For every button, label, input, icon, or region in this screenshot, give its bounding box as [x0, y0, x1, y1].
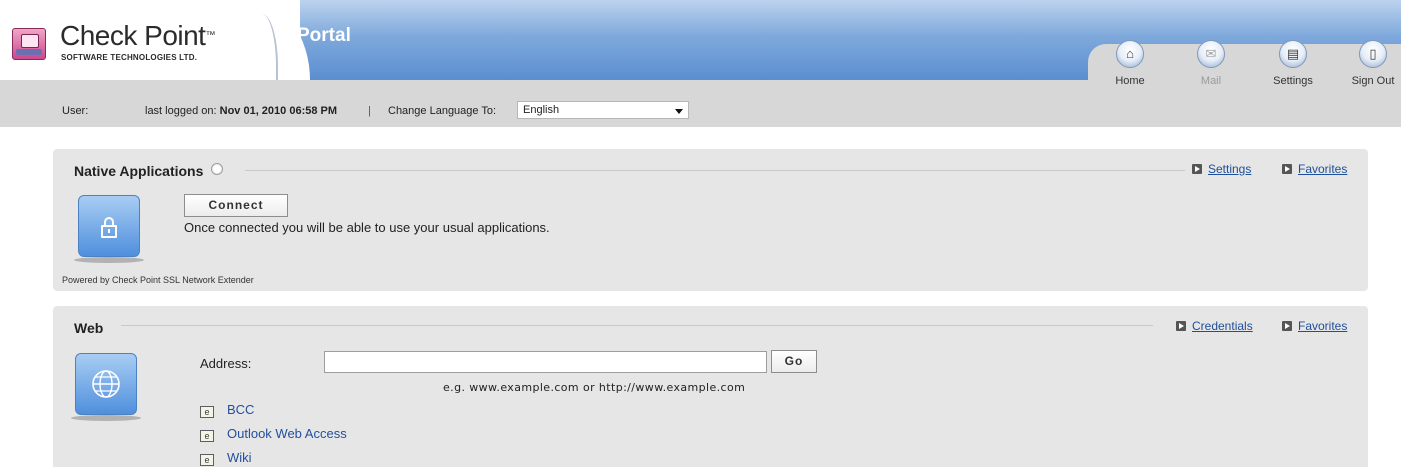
web-favorites-link-text: Favorites [1298, 319, 1348, 333]
globe-icon [92, 370, 120, 398]
chevron-down-icon [675, 109, 683, 114]
language-selected-value: English [523, 104, 560, 116]
web-favorites-link[interactable]: Favorites [1282, 319, 1347, 333]
last-logged-value: Nov 01, 2010 06:58 PM [219, 105, 338, 117]
connect-description: Once connected you will be able to use y… [184, 220, 550, 235]
address-label: Address: [200, 356, 252, 371]
language-select[interactable]: English [517, 101, 689, 119]
bookmark-bcc[interactable]: e BCC [200, 402, 254, 418]
native-favorites-link-text: Favorites [1298, 162, 1348, 176]
nav-mail-label: Mail [1200, 75, 1222, 87]
web-panel: Web Credentials Favorites Address: Go e.… [53, 306, 1368, 467]
native-applications-panel: Native Applications Settings Favorites C… [53, 149, 1368, 291]
bookmark-outlook-web-access[interactable]: e Outlook Web Access [200, 426, 347, 442]
native-applications-title-text: Native Applications [74, 163, 204, 179]
bookmark-label: BCC [227, 402, 255, 417]
last-logged: last logged on: Nov 01, 2010 06:58 PM [145, 105, 337, 117]
language-label: Change Language To: [388, 105, 497, 117]
status-indicator-icon [211, 163, 224, 175]
home-icon: ⌂ [1116, 40, 1144, 68]
nav-mail: ✉ Mail [1176, 40, 1246, 87]
web-page-icon: e [200, 454, 214, 466]
bookmark-label: Wiki [227, 450, 252, 465]
arrow-box-icon [1282, 164, 1292, 174]
connect-button[interactable]: Connect [184, 194, 288, 217]
nav-settings[interactable]: ▤ Settings [1258, 40, 1328, 87]
web-page-icon: e [200, 406, 214, 418]
nav-settings-label: Settings [1273, 75, 1313, 87]
nav-home[interactable]: ⌂ Home [1095, 40, 1165, 87]
arrow-box-icon [1282, 321, 1292, 331]
native-settings-link[interactable]: Settings [1192, 162, 1251, 176]
logo-name-text: Check Point [60, 20, 206, 51]
logo-subtitle: SOFTWARE TECHNOLOGIES LTD. [61, 53, 198, 62]
powered-by-text: Powered by Check Point SSL Network Exten… [62, 275, 254, 285]
mail-icon: ✉ [1197, 40, 1225, 68]
lock-icon-keyhole [108, 229, 110, 233]
lock-app-tile [78, 195, 140, 257]
bookmark-wiki[interactable]: e Wiki [200, 450, 252, 466]
bookmark-label: Outlook Web Access [227, 426, 347, 441]
logo-name: Check Point™ [60, 21, 215, 51]
nav-home-label: Home [1115, 75, 1145, 87]
web-title: Web [74, 320, 104, 336]
settings-icon: ▤ [1279, 40, 1307, 68]
panel-divider [121, 325, 1153, 326]
arrow-box-icon [1176, 321, 1186, 331]
portal-title: Portal [297, 25, 351, 46]
arrow-box-icon [1192, 164, 1202, 174]
native-settings-link-text: Settings [1208, 162, 1252, 176]
door-icon: ▯ [1359, 40, 1387, 68]
address-input[interactable] [324, 351, 767, 373]
tile-shadow [74, 257, 144, 263]
nav-sign-out-label: Sign Out [1351, 75, 1395, 87]
web-page-icon: e [200, 430, 214, 442]
credentials-link[interactable]: Credentials [1176, 319, 1253, 333]
tile-shadow [71, 415, 141, 421]
user-label: User: [62, 105, 89, 117]
native-applications-title: Native Applications [74, 163, 224, 179]
portal-header: Check Point™ SOFTWARE TECHNOLOGIES LTD. … [0, 0, 1401, 127]
credentials-link-text: Credentials [1192, 319, 1253, 333]
separator: | [368, 105, 371, 117]
check-point-logo-icon [12, 28, 46, 60]
native-favorites-link[interactable]: Favorites [1282, 162, 1347, 176]
last-logged-prefix: last logged on: [145, 105, 217, 117]
panel-divider [245, 170, 1185, 171]
nav-sign-out[interactable]: ▯ Sign Out [1338, 40, 1401, 87]
logo-trademark: ™ [205, 30, 215, 41]
address-hint: e.g. www.example.com or http://www.examp… [443, 381, 746, 394]
go-button[interactable]: Go [771, 350, 817, 373]
user-bar: User: last logged on: Nov 01, 2010 06:58… [0, 96, 1401, 124]
web-app-tile [75, 353, 137, 415]
